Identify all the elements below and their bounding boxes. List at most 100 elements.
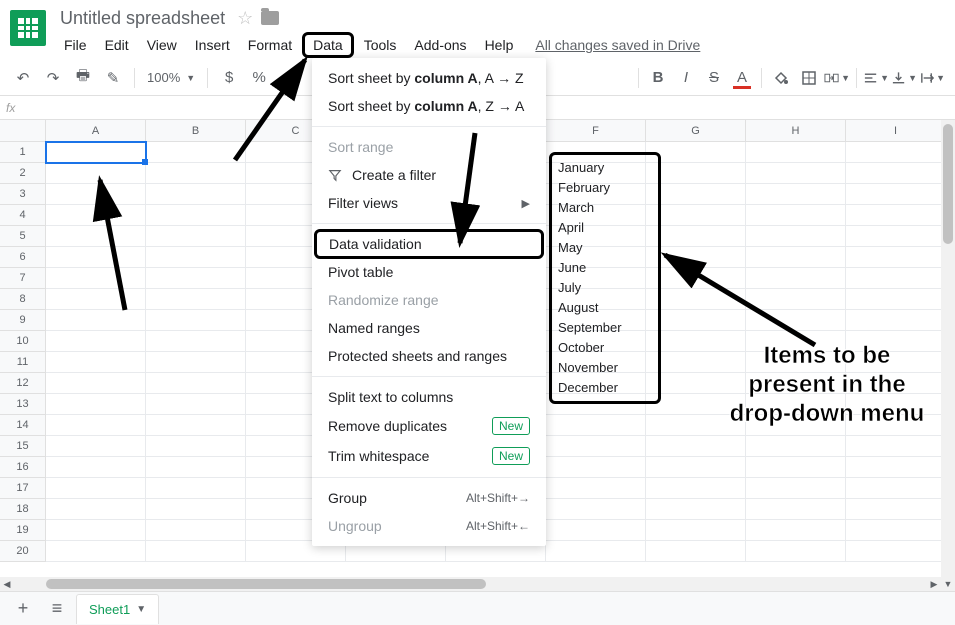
cell[interactable] <box>146 373 246 394</box>
cell[interactable] <box>146 352 246 373</box>
menu-create-filter[interactable]: Create a filter <box>312 161 546 189</box>
text-wrap-icon[interactable]: ▼ <box>919 65 945 91</box>
cell[interactable] <box>46 457 146 478</box>
col-header-f[interactable]: F <box>546 120 646 141</box>
cell[interactable] <box>646 520 746 541</box>
print-icon[interactable]: 🖶 <box>70 65 96 91</box>
menu-file[interactable]: File <box>56 33 95 57</box>
cell[interactable] <box>146 436 246 457</box>
cell[interactable] <box>646 436 746 457</box>
row-header[interactable]: 20 <box>0 541 46 562</box>
cell[interactable] <box>746 478 846 499</box>
horizontal-align-icon[interactable]: ▼ <box>863 65 889 91</box>
cell[interactable] <box>46 142 146 163</box>
cell[interactable] <box>146 205 246 226</box>
cell[interactable] <box>846 184 946 205</box>
menu-group[interactable]: Group Alt+Shift+→ <box>312 484 546 512</box>
cell[interactable] <box>146 310 246 331</box>
sheet-tab-caret-icon[interactable]: ▼ <box>136 604 146 615</box>
cell[interactable] <box>846 226 946 247</box>
row-header[interactable]: 7 <box>0 268 46 289</box>
menu-remove-duplicates[interactable]: Remove duplicates New <box>312 411 546 441</box>
cell[interactable] <box>846 541 946 562</box>
menu-named-ranges[interactable]: Named ranges <box>312 314 546 342</box>
cell[interactable] <box>846 499 946 520</box>
cell[interactable] <box>46 520 146 541</box>
cell[interactable] <box>46 478 146 499</box>
row-header[interactable]: 3 <box>0 184 46 205</box>
fill-color-icon[interactable] <box>768 65 794 91</box>
cell[interactable] <box>146 415 246 436</box>
row-header[interactable]: 10 <box>0 331 46 352</box>
cell[interactable] <box>546 457 646 478</box>
col-header-i[interactable]: I <box>846 120 946 141</box>
cell[interactable] <box>746 142 846 163</box>
cell[interactable] <box>746 226 846 247</box>
bold-button[interactable]: B <box>645 65 671 91</box>
cell[interactable] <box>146 184 246 205</box>
cell[interactable] <box>646 205 746 226</box>
hscroll-thumb[interactable] <box>46 579 486 589</box>
col-header-g[interactable]: G <box>646 120 746 141</box>
horizontal-scrollbar[interactable]: ◀ ▶ <box>0 577 941 591</box>
cell[interactable] <box>846 247 946 268</box>
cell[interactable] <box>746 184 846 205</box>
cell[interactable] <box>46 436 146 457</box>
row-header[interactable]: 12 <box>0 373 46 394</box>
cell[interactable] <box>646 541 746 562</box>
cell[interactable] <box>846 289 946 310</box>
cell[interactable] <box>646 457 746 478</box>
redo-icon[interactable]: ↷ <box>40 65 66 91</box>
row-header[interactable]: 8 <box>0 289 46 310</box>
undo-icon[interactable]: ↶ <box>10 65 36 91</box>
cell[interactable] <box>146 247 246 268</box>
row-header[interactable]: 5 <box>0 226 46 247</box>
cell[interactable] <box>846 268 946 289</box>
cell[interactable] <box>646 163 746 184</box>
menu-data-validation[interactable]: Data validation <box>314 229 544 259</box>
cell[interactable] <box>846 520 946 541</box>
cell[interactable] <box>746 205 846 226</box>
menu-pivot-table[interactable]: Pivot table <box>312 258 546 286</box>
cell[interactable] <box>646 499 746 520</box>
italic-button[interactable]: I <box>673 65 699 91</box>
cell[interactable] <box>46 373 146 394</box>
cell[interactable] <box>846 457 946 478</box>
scroll-down-icon[interactable]: ▼ <box>941 577 955 591</box>
cell[interactable] <box>146 520 246 541</box>
text-color-button[interactable]: A <box>729 65 755 91</box>
document-title[interactable]: Untitled spreadsheet <box>56 6 229 31</box>
cell[interactable] <box>546 541 646 562</box>
row-header[interactable]: 9 <box>0 310 46 331</box>
col-header-a[interactable]: A <box>46 120 146 141</box>
cell[interactable] <box>646 184 746 205</box>
cell[interactable] <box>546 520 646 541</box>
cell[interactable] <box>46 499 146 520</box>
menu-trim-whitespace[interactable]: Trim whitespace New <box>312 441 546 471</box>
cell[interactable] <box>146 331 246 352</box>
cell[interactable] <box>146 478 246 499</box>
cell[interactable] <box>46 541 146 562</box>
cell[interactable] <box>546 415 646 436</box>
sheet-tab[interactable]: Sheet1 ▼ <box>76 594 159 624</box>
cell[interactable] <box>546 478 646 499</box>
cell[interactable] <box>846 436 946 457</box>
cell[interactable] <box>846 310 946 331</box>
row-header[interactable]: 6 <box>0 247 46 268</box>
menu-filter-views[interactable]: Filter views ▶ <box>312 189 546 217</box>
menu-sort-za[interactable]: Sort sheet by column A, Z → A <box>312 92 546 120</box>
cell[interactable] <box>846 163 946 184</box>
cell[interactable] <box>146 226 246 247</box>
row-header[interactable]: 11 <box>0 352 46 373</box>
col-header-h[interactable]: H <box>746 120 846 141</box>
cell[interactable] <box>746 163 846 184</box>
scroll-left-icon[interactable]: ◀ <box>0 577 14 591</box>
star-icon[interactable]: ☆ <box>237 8 253 29</box>
cell[interactable] <box>646 478 746 499</box>
cell[interactable] <box>46 415 146 436</box>
cell[interactable] <box>546 436 646 457</box>
cell[interactable] <box>146 289 246 310</box>
cell[interactable] <box>46 352 146 373</box>
row-header[interactable]: 19 <box>0 520 46 541</box>
cell[interactable] <box>846 478 946 499</box>
